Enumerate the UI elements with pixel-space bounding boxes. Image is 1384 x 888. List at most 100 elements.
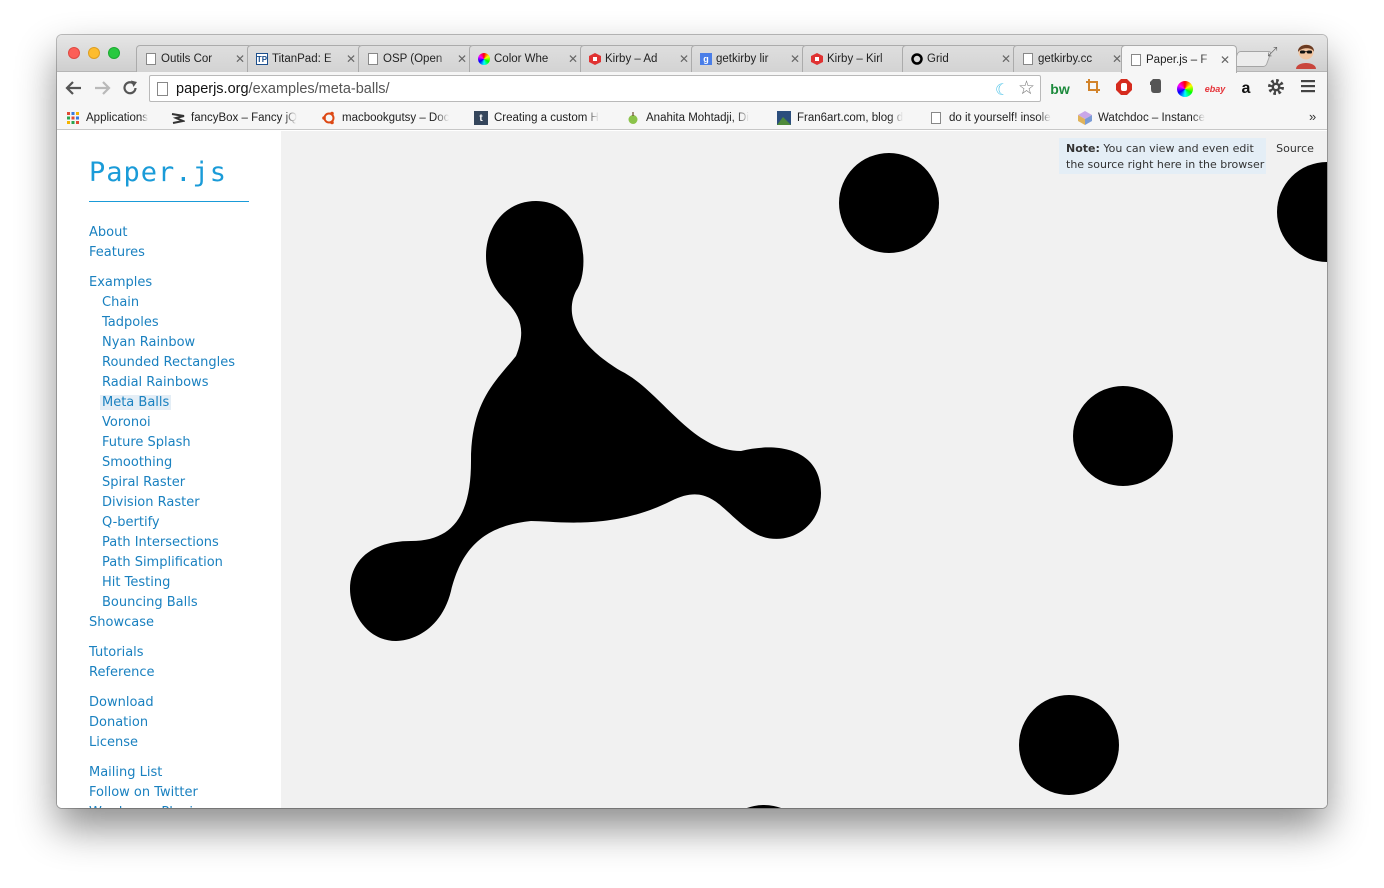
close-icon[interactable]: ✕ [790, 52, 800, 66]
profile-avatar[interactable] [1291, 39, 1321, 69]
stop-icon[interactable] [1113, 78, 1135, 100]
tab-paperjs[interactable]: Paper.js – F ✕ [1121, 45, 1237, 73]
nav-link-q-bertify[interactable]: Q-bertify [102, 513, 160, 533]
fullscreen-icon[interactable]: ⤢ [1267, 44, 1277, 60]
reload-button[interactable] [120, 79, 140, 99]
nav-link-mailing-list[interactable]: Mailing List [89, 763, 162, 783]
bookmark-fancybox[interactable]: fancyBox – Fancy jQ [171, 110, 297, 126]
nav-link-division-raster[interactable]: Division Raster [102, 493, 200, 513]
close-icon[interactable]: ✕ [1220, 53, 1230, 67]
metaball-right[interactable] [1073, 386, 1173, 486]
bookmark-diy[interactable]: do it yourself! insole [929, 110, 1051, 126]
nav-link-label: Mailing List [89, 765, 163, 780]
metaball-edge[interactable] [1277, 162, 1327, 262]
nav-link-examples[interactable]: Examples [89, 273, 152, 293]
tab-grid[interactable]: Grid ✕ [902, 45, 1018, 72]
nav-link-chain[interactable]: Chain [102, 293, 139, 313]
nav-link-wordpress-plugin[interactable]: Wordpress Plugin [89, 803, 201, 808]
bookmarks-overflow-button[interactable]: » [1309, 109, 1316, 124]
tab-getkirby-search[interactable]: g getkirby lir ✕ [691, 45, 807, 72]
nav-link-label: License [89, 735, 139, 750]
fancybox-icon [171, 111, 185, 125]
metaball-bottom-right[interactable] [1019, 695, 1119, 795]
tab-title: TitanPad: E [272, 53, 332, 65]
close-icon[interactable]: ✕ [235, 52, 245, 66]
nav-link-meta-balls[interactable]: Meta Balls [100, 393, 172, 413]
nav-link-follow-on-twitter[interactable]: Follow on Twitter [89, 783, 198, 803]
nav-link-future-splash[interactable]: Future Splash [102, 433, 191, 453]
star-icon[interactable]: ☆ [1018, 77, 1035, 100]
nav-link-label: Voronoi [102, 415, 151, 430]
close-icon[interactable]: ✕ [346, 52, 356, 66]
minimize-window-button[interactable] [88, 47, 100, 59]
nav-link-radial-rainbows[interactable]: Radial Rainbows [102, 373, 208, 393]
menu-icon[interactable] [1298, 78, 1320, 100]
metaballs-drawing[interactable] [281, 131, 1327, 808]
nav-link-path-intersections[interactable]: Path Intersections [102, 533, 219, 553]
nav-link-hit-testing[interactable]: Hit Testing [102, 573, 170, 593]
new-tab-button[interactable] [1232, 51, 1272, 67]
tab-getkirby[interactable]: getkirby.cc ✕ [1013, 45, 1129, 72]
url-text[interactable]: paperjs.org/examples/meta-balls/ [176, 81, 390, 97]
bookmark-tumblr[interactable]: t Creating a custom H [474, 110, 599, 126]
bookmark-anahita[interactable]: Anahita Mohtadji, Di [626, 110, 749, 126]
tab-titanpad[interactable]: TP TitanPad: E ✕ [247, 45, 363, 72]
amazon-icon[interactable]: a [1235, 78, 1257, 100]
metaball-top[interactable] [839, 153, 939, 253]
metaballs-canvas[interactable]: Note: You can view and even edit the sou… [281, 131, 1327, 808]
bookmark-label: Creating a custom H [494, 112, 599, 124]
color-wheel-icon [478, 53, 490, 65]
tab-color-wheel[interactable]: Color Whe ✕ [469, 45, 585, 72]
address-bar[interactable]: paperjs.org/examples/meta-balls/ ☾ ☆ [149, 75, 1041, 102]
metaball-blob[interactable] [350, 201, 821, 641]
moon-icon[interactable]: ☾ [995, 80, 1009, 100]
nav-link-bouncing-balls[interactable]: Bouncing Balls [102, 593, 198, 613]
evernote-icon[interactable] [1144, 78, 1166, 100]
close-icon[interactable]: ✕ [679, 52, 689, 66]
crop-icon[interactable] [1082, 78, 1104, 100]
bw-icon[interactable]: bw [1049, 78, 1071, 100]
close-icon[interactable]: ✕ [1001, 52, 1011, 66]
bookmark-watchdoc[interactable]: Watchdoc – Instance [1078, 110, 1205, 126]
forward-button[interactable] [92, 79, 112, 99]
nav-link-voronoi[interactable]: Voronoi [102, 413, 151, 433]
bookmark-fran6art[interactable]: Fran6art.com, blog d [777, 110, 903, 126]
nav-link-nyan-rainbow[interactable]: Nyan Rainbow [102, 333, 195, 353]
back-button[interactable] [64, 79, 84, 99]
sidebar: Paper.js About Features Examples Chain Tadpo… [57, 131, 281, 808]
nav-link-license[interactable]: License [89, 733, 138, 753]
nav-link-spiral-raster[interactable]: Spiral Raster [102, 473, 185, 493]
nav-link-download[interactable]: Download [89, 693, 154, 713]
source-button[interactable]: Source [1269, 138, 1321, 160]
nav-link-showcase[interactable]: Showcase [89, 613, 154, 633]
image-icon [777, 111, 791, 125]
tab-outils[interactable]: Outils Cor ✕ [136, 45, 252, 72]
nav-link-label: Download [89, 695, 154, 710]
close-icon[interactable]: ✕ [457, 52, 467, 66]
site-logo[interactable]: Paper.js [89, 157, 227, 188]
tab-osp[interactable]: OSP (Open ✕ [358, 45, 474, 72]
nav-link-label: Path Intersections [102, 535, 219, 550]
close-window-button[interactable] [68, 47, 80, 59]
nav-link-label: Tadpoles [102, 315, 159, 330]
nav-link-smoothing[interactable]: Smoothing [102, 453, 172, 473]
kirby-icon [589, 53, 601, 65]
zoom-window-button[interactable] [108, 47, 120, 59]
ebay-icon[interactable]: ebay [1204, 78, 1226, 100]
nav-link-reference[interactable]: Reference [89, 663, 154, 683]
settings-icon[interactable] [1265, 78, 1287, 100]
nav-link-features[interactable]: Features [89, 243, 145, 263]
nav-link-tadpoles[interactable]: Tadpoles [102, 313, 159, 333]
nav-link-rounded-rectangles[interactable]: Rounded Rectangles [102, 353, 235, 373]
close-icon[interactable]: ✕ [568, 52, 578, 66]
tab-kirby[interactable]: Kirby – Kirl ✕ [802, 45, 918, 72]
bookmark-applications[interactable]: Applications [66, 110, 148, 126]
nav-link-tutorials[interactable]: Tutorials [89, 643, 144, 663]
bookmark-macbookgutsy[interactable]: macbookgutsy – Doc [322, 110, 449, 126]
tab-kirby-admin[interactable]: Kirby – Ad ✕ [580, 45, 696, 72]
nav-link-path-simplification[interactable]: Path Simplification [102, 553, 223, 573]
metaball-bottom[interactable] [714, 805, 814, 808]
color-picker-icon[interactable] [1174, 78, 1196, 100]
nav-link-donation[interactable]: Donation [89, 713, 148, 733]
nav-link-about[interactable]: About [89, 223, 127, 243]
